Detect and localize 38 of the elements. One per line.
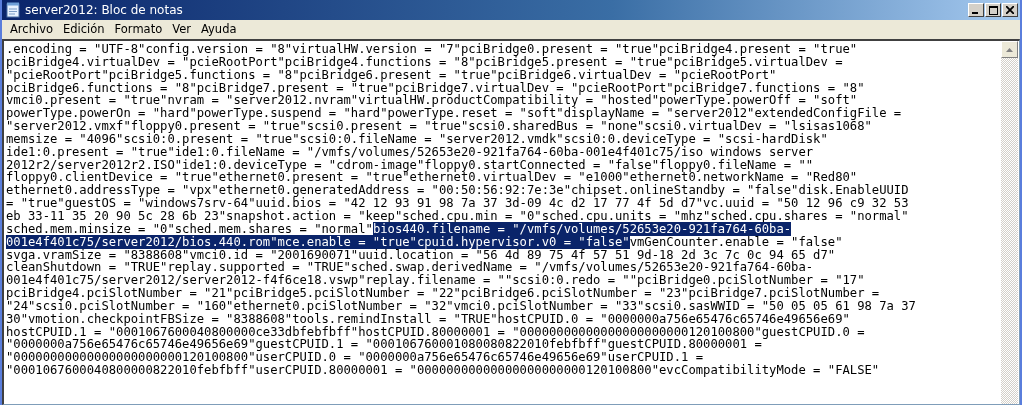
close-button[interactable] bbox=[1002, 3, 1018, 17]
text-line: .encoding = "UTF-8"config.version = "8"virtualHW.version = "7"pciBridge0.present = "true"pciBridge4.present = "true" bbox=[6, 42, 858, 56]
maximize-icon bbox=[988, 5, 998, 15]
text-line: pciBridge4.virtualDev = "pcieRootPort"pciBridge4.functions = "8"pciBridge5.present = "true"pciBridge5.virtualDev = bbox=[6, 54, 843, 69]
text-line: 2012r2/server2012r2.ISO"ide1:0.deviceType = "cdrom-image"floppy0.startConnected = "false"floppy0.fileName = "" bbox=[6, 157, 814, 172]
close-icon bbox=[1006, 6, 1014, 14]
text-line: powerType.powerOn = "hard"powerType.suspend = "hard"powerType.reset = "soft"displayName = "server2012"extendedConfigFile = bbox=[6, 106, 902, 121]
selected-text: bios440.filename = "/vmfs/volumes/52653e20-921fa764-60ba- bbox=[372, 221, 792, 236]
minimize-button[interactable] bbox=[968, 3, 984, 17]
text-line: "pcieRootPort"pciBridge5.functions = "8"pciBridge6.present = "true"pciBridge6.virtualDev = "pcieRootPort" bbox=[6, 67, 777, 82]
menu-item[interactable]: Formato bbox=[109, 22, 168, 36]
text-area[interactable] bbox=[2, 39, 1020, 405]
up-arrow-icon bbox=[1006, 47, 1013, 52]
text-line: memsize = "4096"scsi0:0.present = "true"scsi0:0.fileName = "server2012.vmdk"scsi0:0.deviceType = "scsi-hardDisk" bbox=[6, 131, 828, 146]
menu-item[interactable]: Edición bbox=[58, 22, 110, 36]
text-line: hostCPUID.1 = "0001067600040800000ce33dbfebfbff"hostCPUID.80000001 = "00000000000000000000000120100800"guestCPUID.0 = bbox=[6, 324, 865, 339]
text-line: ide1:0.present = "true"ide1:0.fileName = "/vmfs/volumes/52653e20-921fa764-60ba-001e4f401c75/iso windows server bbox=[6, 144, 814, 159]
scroll-up-button[interactable] bbox=[1001, 41, 1018, 58]
text-line: pciBridge4.pciSlotNumber = "21"pciBridge5.pciSlotNumber = "22"pciBridge6.pciSlotNumber = "23"pciBridge7.pciSlotNumber = bbox=[6, 286, 880, 301]
maximize-button[interactable] bbox=[985, 3, 1001, 17]
notepad-icon bbox=[6, 2, 20, 18]
text-line: floppy0.clientDevice = "true"ethernet0.present = "true"ethernet0.virtualDev = "e1000"ethernet0.networkName = "Red80" bbox=[6, 170, 858, 185]
text-line: "0001067600040800000822010febfbff"userCPUID.80000001 = "00000000000000000000000120100800"evcCompatibilityMode = "FALSE" bbox=[6, 363, 880, 378]
scrollbar[interactable] bbox=[1001, 41, 1018, 404]
selected-text: 001e4f401c75/server2012/bios.440.rom"mce.enable = "true"cpuid.hypervisor.v0 = "false" bbox=[6, 234, 630, 249]
menu-item[interactable]: Ver bbox=[167, 22, 196, 36]
text-line: vmGenCounter.enable = "false" bbox=[629, 234, 843, 249]
menu-item[interactable]: Archivo bbox=[5, 22, 58, 36]
text-line: "0000000a756e65476c65746e49656e69"guestCPUID.1 = "000106760001080080822010febfbff"guestCPUID.80000001 = bbox=[6, 337, 762, 352]
window-title: server2012: Bloc de notas bbox=[25, 3, 184, 17]
text-line: ethernet0.addressType = "vpx"ethernet0.generatedAddress = "00:50:56:92:7e:3e"chipset.onlineStandby = "false"disk.EnableUUID bbox=[6, 183, 909, 198]
text-line: 30"vmotion.checkpointFBSize = "8388608"tools.remindInstall = "TRUE"hostCPUID.0 = "0000000a756e65476c65746e49656e69" bbox=[6, 311, 850, 326]
text-line: sched.mem.minsize = "0"sched.mem.shares = "normal" bbox=[6, 221, 373, 236]
text-line: 001e4f401c75/server2012/server2012-f4f6ce18.vswp"replay.filename = ""scsi0:0.redo = ""pciBridge0.pciSlotNumber = "17" bbox=[6, 273, 865, 288]
text-line: "00000000000000000000000120100800"userCPUID.0 = "0000000a756e65476c65746e49656e69"userCPUID.1 = bbox=[6, 350, 704, 365]
text-line: "server2012.vmxf"floppy0.present = "true"scsi0.present = "true"scsi0.sharedBus = "none"scsi0.virtualDev = "lsisas1068" bbox=[6, 119, 872, 134]
text-line: = "true"guestOS = "windows7srv-64"uuid.bios = "42 12 93 91 98 7a 37 3d-09 4c d2 17 77 4f 5d d7"vc.uuid = "50 12 96 c9 32 53 bbox=[6, 196, 909, 211]
menu-item[interactable]: Ayuda bbox=[195, 22, 242, 36]
